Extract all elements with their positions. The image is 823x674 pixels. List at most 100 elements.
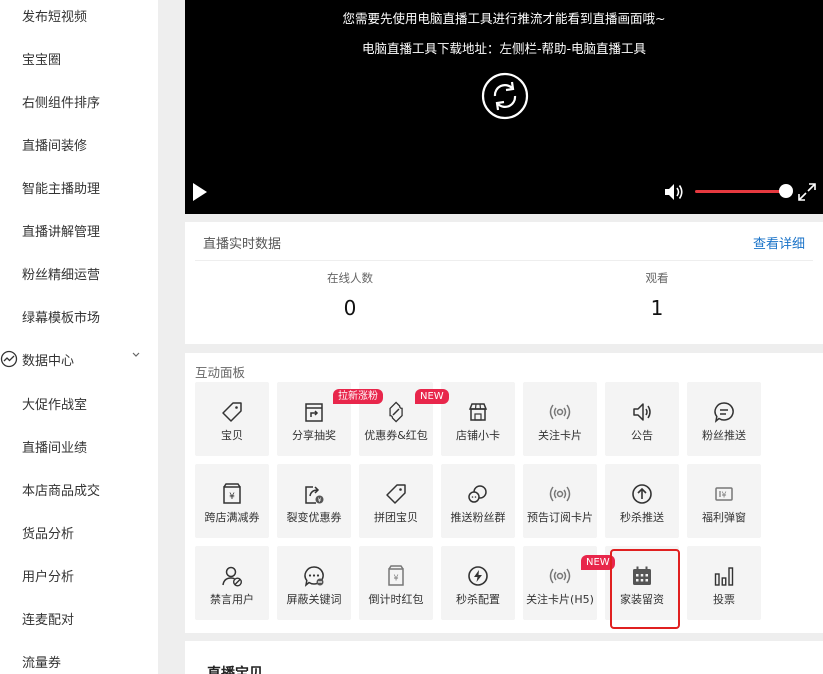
sidebar-item-smart-assistant[interactable]: 智能主播助理: [22, 178, 100, 197]
tile-label: 粉丝推送: [702, 429, 746, 442]
sidebar-item-traffic-coupon[interactable]: 流量券: [22, 652, 61, 671]
sidebar-group-data-center[interactable]: 数据中心: [0, 349, 158, 369]
tile-welfare-popup[interactable]: ¥ 福利弹窗: [687, 464, 761, 538]
coupon-icon: [389, 401, 403, 423]
tile-label: 屏蔽关键词: [286, 593, 342, 606]
fullscreen-icon[interactable]: [797, 182, 817, 202]
tile-label: 福利弹窗: [702, 511, 746, 524]
tile-push-fan-group[interactable]: 推送粉丝群: [441, 464, 515, 538]
sidebar-item-product-analysis[interactable]: 货品分析: [22, 523, 74, 542]
section-title: 直播宝贝: [207, 666, 263, 674]
speaker-icon: [633, 403, 651, 421]
sidebar-item-explain-management[interactable]: 直播讲解管理: [22, 221, 100, 240]
tile-preview-subscribe-card[interactable]: 预告订阅卡片: [523, 464, 597, 538]
arrow-up-circle-icon: [632, 484, 652, 504]
push-stream-hint: 您需要先使用电脑直播工具进行推流才能看到直播画面哦~: [342, 11, 666, 26]
sidebar-item-widget-order[interactable]: 右侧组件排序: [22, 92, 100, 111]
group-buy-tag-icon: [386, 484, 406, 504]
message-icon: [714, 402, 734, 423]
share-lottery-icon: [305, 403, 323, 422]
realtime-stats-panel: 直播实时数据 查看详细 在线人数 0 观看 1: [185, 222, 823, 344]
lightning-icon: [468, 566, 488, 586]
tile-mute-user[interactable]: 禁言用户: [195, 546, 269, 620]
highlight-box: [610, 549, 680, 629]
tag-icon: [222, 402, 242, 422]
chevron-down-icon: [132, 352, 140, 357]
sidebar-item-baby-circle[interactable]: 宝宝圈: [22, 49, 61, 68]
tile-group-buy[interactable]: 拼团宝贝: [359, 464, 433, 538]
fan-group-icon: [468, 485, 487, 503]
tile-label: 禁言用户: [210, 593, 254, 606]
blocked-keyword-icon: [304, 566, 324, 587]
sidebar-group-label: 数据中心: [22, 353, 75, 369]
sidebar-item-publish-short-video[interactable]: 发布短视频: [22, 6, 87, 25]
download-hint: 电脑直播工具下载地址：左侧栏-帮助-电脑直播工具: [361, 41, 647, 56]
tile-flash-sale-push[interactable]: 秒杀推送: [605, 464, 679, 538]
reload-icon[interactable]: [480, 71, 530, 121]
sidebar-item-mic-pairing[interactable]: 连麦配对: [22, 609, 74, 628]
countdown-red-envelope-icon: ¥: [388, 565, 404, 586]
tile-label: 投票: [713, 593, 735, 606]
volume-slider[interactable]: [695, 190, 785, 193]
cross-store-coupon-icon: ¥: [223, 483, 241, 504]
tile-cross-store-coupon[interactable]: ¥ 跨店满减券: [195, 464, 269, 538]
tile-block-keywords[interactable]: 屏蔽关键词: [277, 546, 351, 620]
tile-label: 公告: [631, 429, 653, 442]
tile-label: 店铺小卡: [456, 429, 500, 442]
tile-label: 秒杀配置: [456, 593, 500, 606]
tile-follow-card[interactable]: 关注卡片: [523, 382, 597, 456]
tile-label: 秒杀推送: [620, 511, 664, 524]
tile-announcement[interactable]: 公告: [605, 382, 679, 456]
view-details-link[interactable]: 查看详细: [753, 233, 805, 252]
live-video-player[interactable]: 您需要先使用电脑直播工具进行推流才能看到直播画面哦~ 电脑直播工具下载地址：左侧…: [185, 0, 823, 214]
tile-fan-push[interactable]: 粉丝推送: [687, 382, 761, 456]
metric-label: 观看: [645, 271, 669, 285]
svg-text:¥: ¥: [229, 492, 235, 502]
tile-store-card[interactable]: 店铺小卡: [441, 382, 515, 456]
metric-label: 在线人数: [327, 271, 373, 285]
sidebar-item-live-performance[interactable]: 直播间业绩: [22, 437, 87, 456]
badge-new: NEW: [415, 389, 449, 404]
tile-label: 关注卡片: [538, 429, 582, 442]
tile-vote[interactable]: 投票: [687, 546, 761, 620]
stats-title: 直播实时数据: [203, 237, 282, 252]
sidebar-item-store-transactions[interactable]: 本店商品成交: [22, 480, 100, 499]
tile-flash-sale-config[interactable]: 秒杀配置: [441, 546, 515, 620]
tile-label: 优惠券&红包: [364, 429, 428, 442]
live-products-section: 直播宝贝: [185, 641, 823, 674]
broadcast-icon: [549, 568, 571, 584]
volume-icon[interactable]: [663, 181, 685, 203]
svg-text:¥: ¥: [721, 491, 726, 500]
tile-label: 裂变优惠券: [286, 511, 342, 524]
tile-fission-coupon[interactable]: ¥ 裂变优惠券: [277, 464, 351, 538]
tile-label: 预告订阅卡片: [527, 511, 593, 524]
tile-label: 推送粉丝群: [450, 511, 506, 524]
volume-slider-handle[interactable]: [779, 184, 793, 198]
tile-countdown-redpacket[interactable]: ¥ 倒计时红包: [359, 546, 433, 620]
metric-value: 0: [343, 296, 357, 320]
metric-online-users: 在线人数 0: [250, 270, 450, 320]
panel-title: 互动面板: [195, 365, 246, 380]
sidebar-item-greenscreen-market[interactable]: 绿幕模板市场: [22, 307, 100, 326]
tile-label: 倒计时红包: [368, 593, 424, 606]
mute-user-icon: [222, 566, 242, 587]
interaction-panel: 互动面板 宝贝 分享抽奖 优惠券&红包 店铺小卡 关注卡片 公告 粉丝推送 ¥ …: [185, 353, 823, 633]
tile-label: 宝贝: [221, 429, 243, 442]
tile-product[interactable]: 宝贝: [195, 382, 269, 456]
sidebar-item-promotion-room[interactable]: 大促作战室: [22, 394, 87, 413]
sidebar-item-fan-operation[interactable]: 粉丝精细运营: [22, 264, 100, 283]
svg-text:¥: ¥: [318, 497, 322, 504]
metric-views: 观看 1: [557, 270, 757, 320]
store-icon: [468, 403, 488, 421]
play-icon[interactable]: [191, 181, 209, 203]
trend-line-icon: [0, 350, 18, 368]
broadcast-icon: [549, 404, 571, 420]
bar-chart-icon: [714, 567, 734, 586]
tile-label: 拼团宝贝: [374, 511, 418, 524]
sidebar-item-user-analysis[interactable]: 用户分析: [22, 566, 74, 585]
broadcast-icon: [549, 486, 571, 502]
tile-label: 分享抽奖: [292, 429, 336, 442]
svg-text:¥: ¥: [393, 574, 398, 583]
sidebar-item-room-decoration[interactable]: 直播间装修: [22, 135, 87, 154]
tile-label: 跨店满减券: [204, 511, 260, 524]
